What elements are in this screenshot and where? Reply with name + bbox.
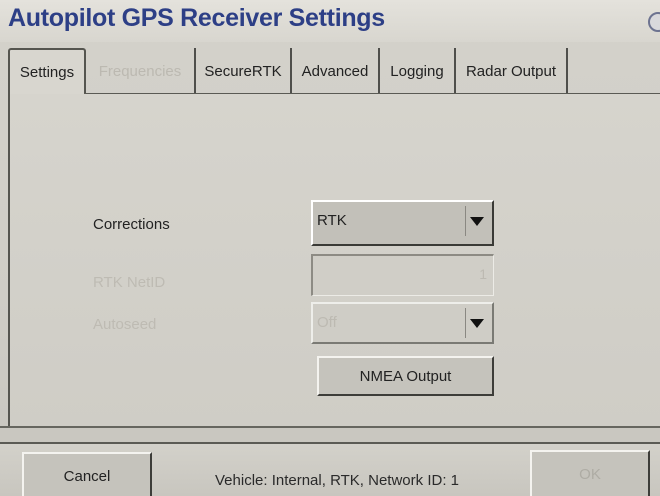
footer-bar: Cancel Vehicle: Internal, RTK, Network I… xyxy=(0,442,660,496)
corrections-label: Corrections xyxy=(93,216,170,233)
tab-securertk[interactable]: SecureRTK xyxy=(196,48,292,94)
tab-frequencies: Frequencies xyxy=(86,48,196,94)
title-bar: Autopilot GPS Receiver Settings xyxy=(0,0,660,42)
nmea-output-button[interactable]: NMEA Output xyxy=(317,356,494,396)
tab-bar: Settings Frequencies SecureRTK Advanced … xyxy=(8,48,608,94)
vehicle-status: Vehicle: Internal, RTK, Network ID: 1 xyxy=(215,472,459,489)
corrections-value: RTK xyxy=(317,212,347,229)
screen: Autopilot GPS Receiver Settings Settings… xyxy=(0,0,660,496)
rtk-netid-field: 1 xyxy=(311,254,494,296)
autoseed-dropdown: Off xyxy=(311,302,494,344)
settings-panel: Corrections RTK RTK NetID 1 Autoseed Off… xyxy=(8,94,660,426)
cancel-button[interactable]: Cancel xyxy=(22,452,152,496)
chevron-down-icon xyxy=(465,308,488,338)
close-icon[interactable] xyxy=(648,12,660,32)
corrections-dropdown[interactable]: RTK xyxy=(311,200,494,246)
tab-radar-output[interactable]: Radar Output xyxy=(456,48,568,94)
chevron-down-icon[interactable] xyxy=(465,206,488,236)
tab-advanced[interactable]: Advanced xyxy=(292,48,380,94)
autoseed-value: Off xyxy=(317,314,337,331)
ok-button[interactable]: OK xyxy=(530,450,650,496)
window-title: Autopilot GPS Receiver Settings xyxy=(8,4,385,32)
tab-logging[interactable]: Logging xyxy=(380,48,456,94)
footer-separator xyxy=(0,426,660,442)
autoseed-label: Autoseed xyxy=(93,316,157,333)
rtk-netid-value: 1 xyxy=(479,266,487,282)
rtk-netid-label: RTK NetID xyxy=(93,274,166,291)
tab-settings[interactable]: Settings xyxy=(8,48,86,94)
